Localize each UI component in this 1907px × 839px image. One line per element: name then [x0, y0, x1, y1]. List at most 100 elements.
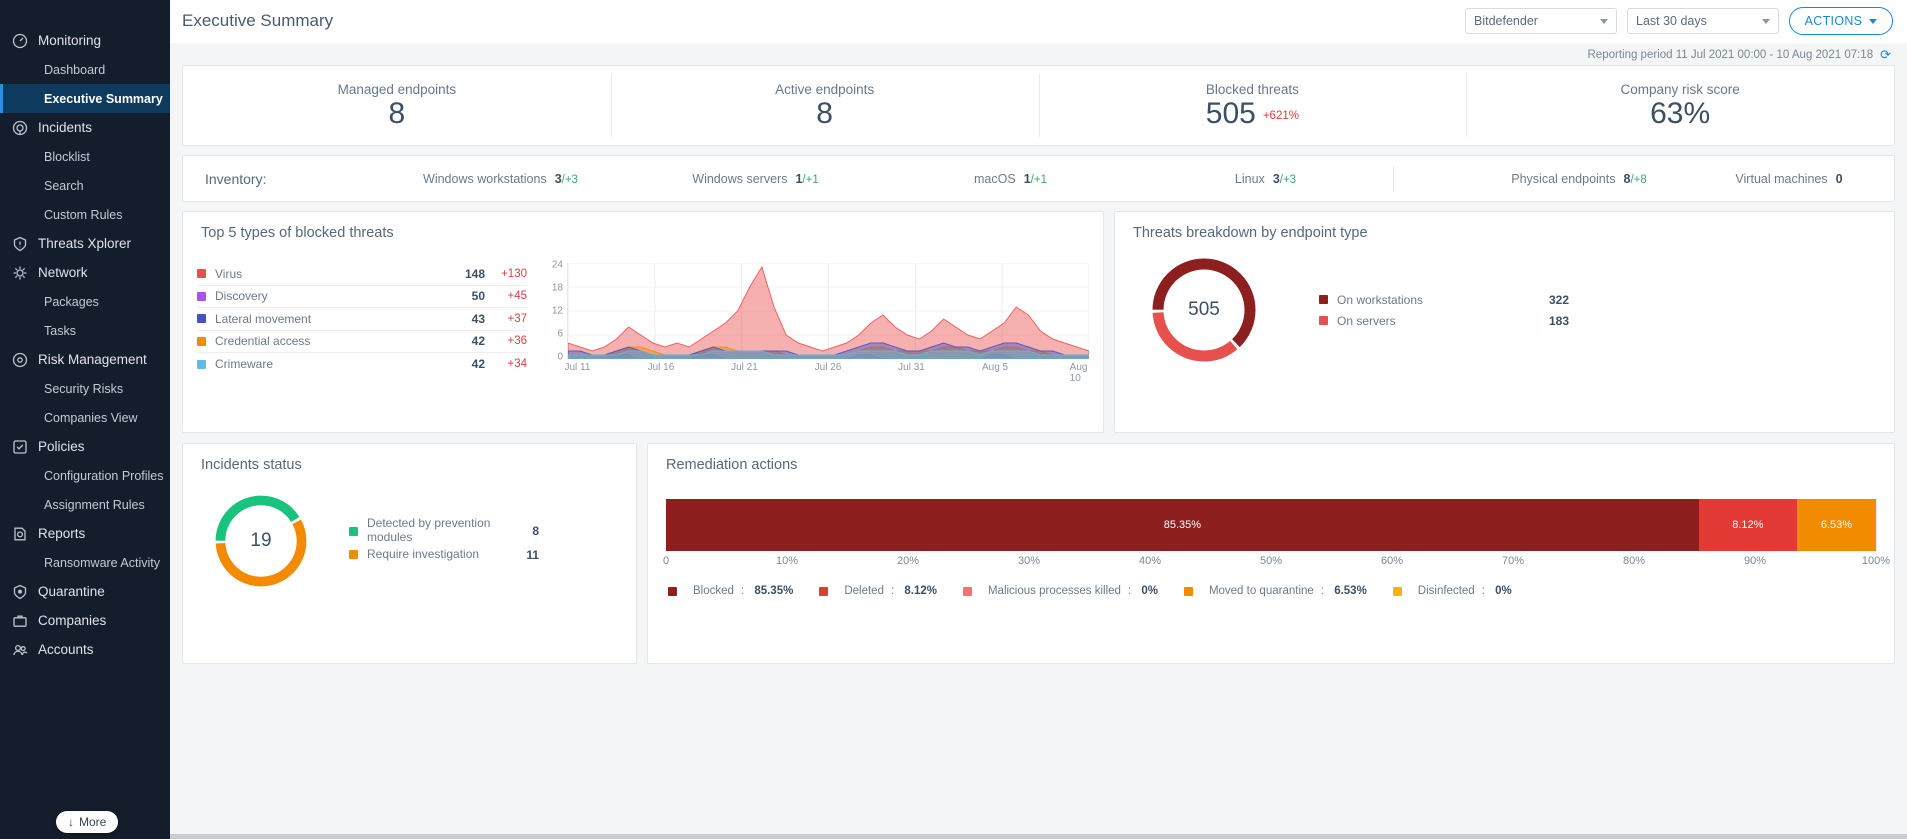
sidebar-item-tasks[interactable]: Tasks [0, 316, 170, 345]
sidebar-item-configuration-profiles[interactable]: Configuration Profiles [0, 461, 170, 490]
remediation-legend: Blocked: 85.35% Deleted: 8.12% Malicious p… [648, 573, 1894, 597]
threats-area-chart: 24181260 Jul 11Jul 16Jul 21Jul 26Jul 31A… [527, 263, 1089, 376]
sidebar-item-custom-rules[interactable]: Custom Rules [0, 200, 170, 229]
inventory-title: Inventory: [205, 171, 373, 187]
inventory-item: Windows workstations3/+3 [373, 172, 628, 186]
sidebar-item-quarantine[interactable]: Quarantine [0, 577, 170, 606]
remediation-legend-item: Moved to quarantine: 6.53% [1184, 585, 1367, 597]
top5-row: Lateral movement43+37 [197, 308, 527, 331]
sidebar-group-monitoring: MonitoringDashboardExecutive Summary [0, 26, 170, 113]
kpi-value: 8 [816, 98, 833, 130]
sidebar-item-assignment-rules[interactable]: Assignment Rules [0, 490, 170, 519]
sidebar-item-accounts[interactable]: Accounts [0, 635, 170, 664]
sidebar: MonitoringDashboardExecutive SummaryInci… [0, 0, 170, 839]
remediation-legend-value: 0% [1141, 585, 1158, 597]
incidents-legend: Detected by prevention modules8Require i… [349, 517, 539, 565]
inventory-item-label: Physical endpoints [1511, 172, 1615, 186]
sidebar-group-risk-management: Risk ManagementSecurity Risks Companies V… [0, 345, 170, 432]
remediation-legend-value: 6.53% [1334, 585, 1367, 597]
kpi-label: Blocked threats [1206, 82, 1299, 97]
legend-swatch-icon [1184, 587, 1193, 596]
breakdown-donut-center: 505 [1145, 251, 1263, 369]
remediation-legend-item: Malicious processes killed: 0% [963, 585, 1158, 597]
kpi-value: 63% [1650, 98, 1710, 130]
sidebar-item-dashboard[interactable]: Dashboard [0, 55, 170, 84]
sidebar-group-incidents: Incidents Blocklist Search Custom Rules [0, 113, 170, 229]
app-root: MonitoringDashboardExecutive SummaryInci… [0, 0, 1907, 839]
briefcase-icon [12, 613, 28, 629]
legend-swatch-icon [668, 587, 677, 596]
sidebar-item-risk-management[interactable]: Risk Management [0, 345, 170, 374]
axis-tick-label: Aug 5 [982, 362, 1008, 373]
sidebar-item-incidents[interactable]: Incidents [0, 113, 170, 142]
sidebar-item-security-risks[interactable]: Security Risks [0, 374, 170, 403]
remediation-legend-value: 85.35% [754, 585, 793, 597]
sidebar-subitem-label: Search [44, 179, 84, 193]
sidebar-item-ransomware-activity[interactable]: Ransomware Activity [0, 548, 170, 577]
inventory-item-value: 1/+1 [795, 172, 818, 186]
inventory-item-delta: /+1 [802, 174, 818, 186]
legend-swatch-icon [197, 292, 206, 301]
inventory-item-value: 0 [1836, 172, 1843, 186]
axis-tick-label: 50% [1260, 555, 1282, 567]
actions-button-label: ACTIONS [1805, 14, 1863, 28]
refresh-icon[interactable]: ⟳ [1880, 48, 1891, 61]
axis-tick-label: 6 [557, 329, 563, 340]
axis-tick-label: 0 [557, 352, 563, 363]
inventory-item-delta: /+3 [562, 174, 578, 186]
top5-row-name: Credential access [215, 334, 445, 348]
axis-tick-label: 10% [776, 555, 798, 567]
remediation-legend-name: Disinfected [1418, 585, 1475, 597]
sidebar-item-label: Reports [38, 526, 85, 541]
sidebar-item-network[interactable]: Network [0, 258, 170, 287]
axis-tick-label: 70% [1502, 555, 1524, 567]
topbar-controls: Bitdefender Last 30 days ACTIONS [1465, 7, 1893, 35]
remediation-legend-item: Blocked: 85.35% [668, 585, 793, 597]
dashboard-content: Managed endpoints8Active endpoints8Block… [170, 65, 1907, 664]
legend-swatch-icon [1319, 295, 1328, 304]
remediation-legend-name: Moved to quarantine [1209, 585, 1314, 597]
sidebar-subitem-label: Configuration Profiles [44, 469, 164, 483]
incidents-donut-center: 19 [209, 489, 313, 593]
inventory-item-label: Virtual machines [1735, 172, 1827, 186]
sidebar-subitem-label: Companies View [44, 411, 138, 425]
sidebar-item-threats-xplorer[interactable]: Threats Xplorer [0, 229, 170, 258]
remediation-legend-name: Blocked [693, 585, 734, 597]
reporting-period-bar: Reporting period 11 Jul 2021 00:00 - 10 … [170, 43, 1907, 65]
period-select[interactable]: Last 30 days [1627, 8, 1779, 34]
sidebar-more-button[interactable]: ↓ More [56, 811, 118, 833]
axis-tick-label: Jul 11 [564, 362, 590, 373]
axis-tick-label: 100% [1862, 555, 1890, 567]
company-select[interactable]: Bitdefender [1465, 8, 1617, 34]
top5-row-name: Lateral movement [215, 312, 445, 326]
incidents-legend-name: Require investigation [367, 548, 526, 562]
panels-row: Top 5 types of blocked threats Virus148+… [182, 211, 1895, 433]
inventory-item-value: 8/+8 [1623, 172, 1646, 186]
sidebar-item-reports[interactable]: Reports [0, 519, 170, 548]
breakdown-title: Threats breakdown by endpoint type [1115, 212, 1894, 241]
sidebar-item-label: Incidents [38, 120, 92, 135]
page-title: Executive Summary [182, 11, 333, 31]
remediation-legend-item: Deleted: 8.12% [819, 585, 937, 597]
sidebar-item-search[interactable]: Search [0, 171, 170, 200]
inventory-row: Inventory: Windows workstations3/+3Windo… [182, 155, 1895, 202]
sidebar-group-quarantine: Quarantine [0, 577, 170, 606]
breakdown-legend-row: On servers183 [1319, 310, 1569, 331]
sidebar-item-companies[interactable]: Companies [0, 606, 170, 635]
sidebar-item-policies[interactable]: Policies [0, 432, 170, 461]
axis-tick-label: 40% [1139, 555, 1161, 567]
legend-swatch-icon [197, 314, 206, 323]
area-chart-plot [567, 263, 1089, 359]
sidebar-item-companies-view[interactable]: Companies View [0, 403, 170, 432]
sidebar-item-executive-summary[interactable]: Executive Summary [0, 84, 170, 113]
legend-swatch-icon [819, 587, 828, 596]
gauge-icon [12, 33, 28, 49]
chevron-down-icon [1762, 19, 1770, 24]
actions-button[interactable]: ACTIONS [1789, 7, 1893, 35]
sidebar-item-monitoring[interactable]: Monitoring [0, 26, 170, 55]
remediation-segment-label: 6.53% [1821, 519, 1852, 531]
sidebar-item-packages[interactable]: Packages [0, 287, 170, 316]
horizontal-scrollbar[interactable] [170, 834, 1907, 839]
sidebar-item-blocklist[interactable]: Blocklist [0, 142, 170, 171]
axis-tick-label: 12 [552, 306, 563, 317]
